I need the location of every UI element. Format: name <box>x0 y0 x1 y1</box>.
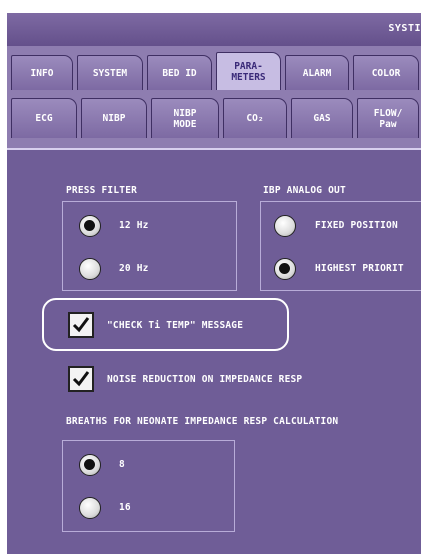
title-bar: SYSTI <box>7 13 421 46</box>
radio-selected-dot <box>279 263 290 274</box>
check-ti-temp-checkbox[interactable] <box>68 312 94 338</box>
tab-label: FLOW/ Paw <box>373 107 403 130</box>
tab-info[interactable]: INFO <box>11 55 73 90</box>
tab-system[interactable]: SYSTEM <box>77 55 143 90</box>
tab-parameters[interactable]: PARA- METERS <box>216 52 281 90</box>
tab-nibp-mode[interactable]: NIBP MODE <box>151 98 219 138</box>
tab-label: CO₂ <box>246 113 264 124</box>
monitor-screen: SYSTI INFO SYSTEM BED ID PARA- METERS AL… <box>0 0 421 559</box>
breaths-8-radio[interactable] <box>79 454 101 476</box>
tab-label: COLOR <box>371 67 401 79</box>
check-ti-temp-label: "CHECK Ti TEMP" MESSAGE <box>107 320 244 331</box>
tab-bed-id[interactable]: BED ID <box>147 55 212 90</box>
tab-label: GAS <box>313 113 331 124</box>
noise-reduction-checkbox[interactable] <box>68 366 94 392</box>
press-filter-label: PRESS FILTER <box>66 185 138 196</box>
tab-label: INFO <box>30 67 54 79</box>
tab-color[interactable]: COLOR <box>353 55 419 90</box>
tab-label: BED ID <box>162 67 197 79</box>
ibp-highest-priority-radio[interactable] <box>274 258 296 280</box>
checkmark-icon <box>72 317 90 333</box>
breaths-neonate-label: BREATHS FOR NEONATE IMPEDANCE RESP CALCU… <box>66 416 339 427</box>
tab-label: PARA- METERS <box>231 60 266 83</box>
tab-ecg[interactable]: ECG <box>11 98 77 138</box>
tab-nibp[interactable]: NIBP <box>81 98 147 138</box>
tab-label: ECG <box>35 113 53 124</box>
tab-co2[interactable]: CO₂ <box>223 98 287 138</box>
tab-flow-paw[interactable]: FLOW/ Paw <box>357 98 419 138</box>
window-title: SYSTI <box>388 23 421 34</box>
press-filter-20hz-label: 20 Hz <box>119 263 149 274</box>
press-filter-20hz-radio[interactable] <box>79 258 101 280</box>
tab-label: NIBP <box>102 113 126 124</box>
tab-gas[interactable]: GAS <box>291 98 353 138</box>
breaths-8-label: 8 <box>119 459 125 470</box>
radio-selected-dot <box>84 220 95 231</box>
breaths-16-radio[interactable] <box>79 497 101 519</box>
tab-alarm[interactable]: ALARM <box>285 55 349 90</box>
ibp-fixed-position-radio[interactable] <box>274 215 296 237</box>
press-filter-12hz-label: 12 Hz <box>119 220 149 231</box>
tab-area: INFO SYSTEM BED ID PARA- METERS ALARM CO… <box>7 46 421 148</box>
ibp-fixed-position-label: FIXED POSITION <box>315 220 398 231</box>
checkmark-icon <box>72 371 90 387</box>
tab-label: SYSTEM <box>92 67 128 79</box>
tab-label: ALARM <box>302 67 332 79</box>
ibp-analog-out-label: IBP ANALOG OUT <box>263 185 346 196</box>
noise-reduction-label: NOISE REDUCTION ON IMPEDANCE RESP <box>107 374 303 385</box>
tab-label: NIBP MODE <box>173 107 197 130</box>
press-filter-12hz-radio[interactable] <box>79 215 101 237</box>
radio-selected-dot <box>84 459 95 470</box>
ibp-highest-priority-label: HIGHEST PRIORIT <box>315 263 404 274</box>
breaths-16-label: 16 <box>119 502 131 513</box>
